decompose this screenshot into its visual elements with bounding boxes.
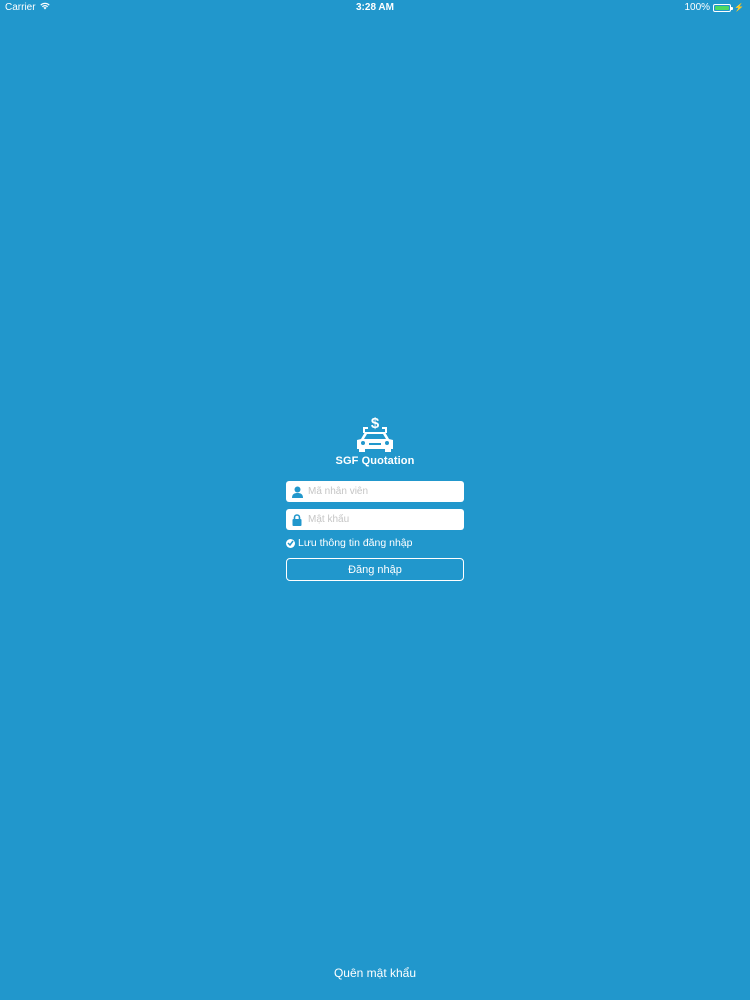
login-button[interactable]: Đăng nhập <box>286 558 464 581</box>
remember-login-label: Lưu thông tin đăng nhập <box>298 537 413 549</box>
employee-id-field[interactable] <box>286 481 464 502</box>
forgot-password-link[interactable]: Quên mật khẩu <box>0 966 750 980</box>
battery-indicator: 100% ⚡ <box>684 0 744 16</box>
employee-id-input[interactable] <box>308 486 458 497</box>
battery-fill <box>715 6 730 10</box>
app-name: SGF Quotation <box>335 455 415 467</box>
battery-percent: 100% <box>684 2 711 13</box>
password-field[interactable] <box>286 509 464 530</box>
check-circle-icon[interactable] <box>286 538 295 548</box>
charging-icon: ⚡ <box>734 3 744 12</box>
status-bar: Carrier 3:28 AM 100% ⚡ <box>0 0 750 16</box>
svg-text:$: $ <box>371 415 380 432</box>
remember-login-checkbox[interactable]: Lưu thông tin đăng nhập <box>286 537 412 549</box>
car-dollar-icon: $ <box>357 415 393 452</box>
app-logo: $ SGF Quotation <box>325 413 425 467</box>
user-icon <box>286 486 308 498</box>
battery-icon <box>713 4 734 12</box>
password-input[interactable] <box>308 514 458 525</box>
status-time: 3:28 AM <box>356 2 394 13</box>
lock-icon <box>286 513 308 526</box>
